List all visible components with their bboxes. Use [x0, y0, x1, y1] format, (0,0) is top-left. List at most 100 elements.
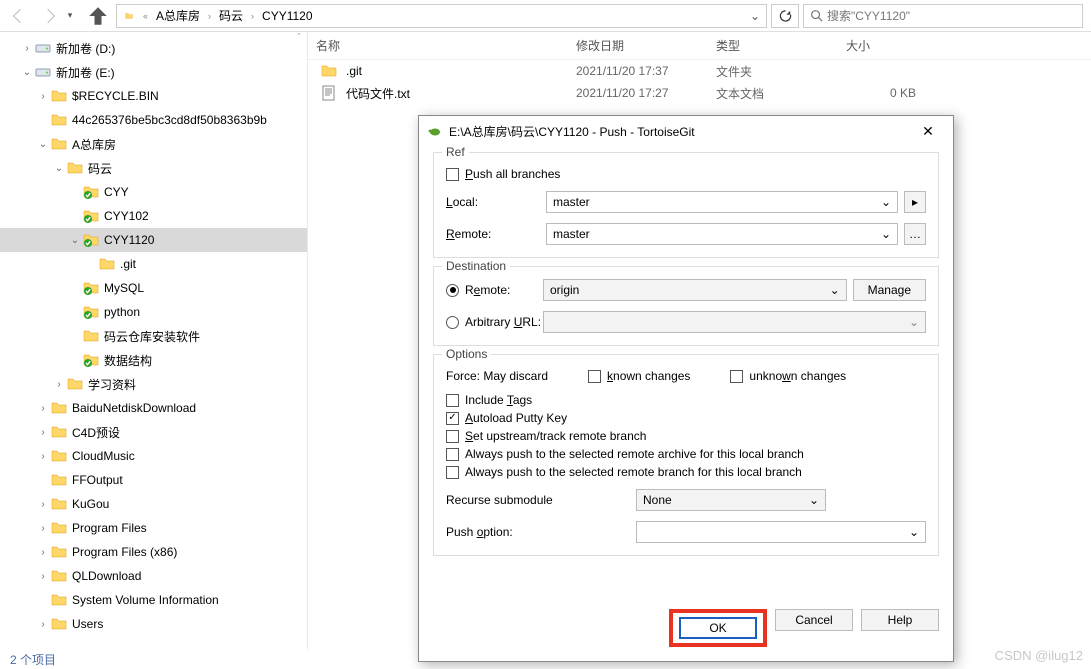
tree-item[interactable]: ›Program Files (x86) [0, 540, 307, 564]
twisty-icon[interactable]: › [36, 523, 50, 534]
tree-item[interactable]: MySQL [0, 276, 307, 300]
autoload-putty-checkbox[interactable]: ✓Autoload Putty Key [446, 411, 926, 425]
tree-item[interactable]: ›CloudMusic [0, 444, 307, 468]
twisty-icon[interactable]: › [36, 619, 50, 630]
breadcrumb-dropdown[interactable]: ⌄ [746, 9, 764, 23]
file-size: 0 KB [846, 86, 916, 100]
folder-tree[interactable]: ˆ ›新加卷 (D:)⌄新加卷 (E:)›$RECYCLE.BIN44c2653… [0, 32, 308, 649]
ok-button[interactable]: OK [679, 617, 757, 639]
tree-item[interactable]: CYY102 [0, 204, 307, 228]
twisty-icon[interactable]: › [36, 427, 50, 438]
tree-item[interactable]: ›C4D预设 [0, 420, 307, 444]
help-button[interactable]: Help [861, 609, 939, 631]
history-dropdown[interactable]: ▾ [56, 3, 84, 29]
twisty-icon[interactable]: ⌄ [52, 163, 66, 174]
tree-item[interactable]: 44c265376be5bc3cd8df50b8363b9b [0, 108, 307, 132]
twisty-icon[interactable]: › [36, 499, 50, 510]
push-all-checkbox[interactable]: Push all branches [446, 167, 926, 181]
tree-item[interactable]: ⌄新加卷 (E:) [0, 60, 307, 84]
folder-icon [50, 591, 68, 609]
twisty-icon[interactable]: › [36, 571, 50, 582]
ok-highlight: OK [669, 609, 767, 647]
remote-radio[interactable] [446, 284, 459, 297]
recurse-select[interactable]: None⌄ [636, 489, 826, 511]
known-changes-checkbox[interactable]: known changes [588, 369, 690, 383]
breadcrumb-item[interactable]: A总库房 [152, 7, 204, 24]
tree-label: 码云 [88, 160, 112, 177]
always-archive-checkbox[interactable]: Always push to the selected remote archi… [446, 447, 926, 461]
arb-url-label: Arbitrary URL: [465, 315, 543, 329]
file-date: 2021/11/20 17:37 [576, 64, 716, 78]
breadcrumb-item[interactable]: 码云 [215, 7, 247, 24]
refresh-button[interactable] [771, 4, 799, 28]
back-button[interactable] [6, 3, 34, 29]
set-upstream-checkbox[interactable]: Set upstream/track remote branch [446, 429, 926, 443]
local-browse-button[interactable]: ▸ [904, 191, 926, 213]
twisty-icon[interactable]: › [36, 91, 50, 102]
col-name[interactable]: 名称 [316, 37, 576, 54]
twisty-icon[interactable]: › [36, 451, 50, 462]
tree-item[interactable]: › Users [0, 612, 307, 636]
tree-item[interactable]: ›KuGou [0, 492, 307, 516]
include-tags-checkbox[interactable]: Include Tags [446, 393, 926, 407]
tree-item[interactable]: ›学习资料 [0, 372, 307, 396]
tree-item[interactable]: System Volume Information [0, 588, 307, 612]
remote-browse-button[interactable]: … [904, 223, 926, 245]
push-option-input[interactable]: ⌄ [636, 521, 926, 543]
remote-select[interactable]: origin⌄ [543, 279, 847, 301]
cancel-button[interactable]: Cancel [775, 609, 853, 631]
unknown-changes-checkbox[interactable]: unknown changes [730, 369, 846, 383]
tree-item[interactable]: FFOutput [0, 468, 307, 492]
always-branch-checkbox[interactable]: Always push to the selected remote branc… [446, 465, 926, 479]
col-size[interactable]: 大小 [846, 37, 916, 54]
tree-item[interactable]: 数据结构 [0, 348, 307, 372]
dialog-titlebar[interactable]: E:\A总库房\码云\CYY1120 - Push - TortoiseGit … [419, 116, 953, 146]
force-label: Force: May discard [446, 369, 548, 383]
tree-item[interactable]: ⌄A总库房 [0, 132, 307, 156]
tree-item[interactable]: ⌄CYY1120 [0, 228, 307, 252]
up-button[interactable] [84, 3, 112, 29]
search-input[interactable]: 搜索"CYY1120" [803, 4, 1083, 28]
twisty-icon[interactable]: › [36, 547, 50, 558]
local-branch-select[interactable]: master⌄ [546, 191, 898, 213]
folder-git-icon [82, 351, 100, 369]
col-type[interactable]: 类型 [716, 37, 846, 54]
tree-item[interactable]: ›BaiduNetdiskDownload [0, 396, 307, 420]
tortoise-icon [427, 123, 443, 139]
twisty-icon[interactable]: › [52, 379, 66, 390]
ref-legend: Ref [442, 145, 469, 159]
dialog-title: E:\A总库房\码云\CYY1120 - Push - TortoiseGit [449, 123, 911, 140]
breadcrumb[interactable]: « A总库房 › 码云 › CYY1120 ⌄ [116, 4, 767, 28]
twisty-icon[interactable]: ⌄ [36, 139, 50, 150]
tree-item[interactable]: › QLDownload [0, 564, 307, 588]
dialog-buttons: OK Cancel Help [419, 601, 953, 661]
col-date[interactable]: 修改日期 [576, 37, 716, 54]
push-dialog: E:\A总库房\码云\CYY1120 - Push - TortoiseGit … [418, 115, 954, 662]
twisty-icon[interactable]: ⌄ [20, 67, 34, 78]
tree-item[interactable]: ⌄ 码云 [0, 156, 307, 180]
twisty-icon[interactable]: › [36, 403, 50, 414]
twisty-icon[interactable]: › [20, 43, 34, 54]
close-icon[interactable]: ✕ [911, 123, 945, 140]
twisty-icon[interactable]: ⌄ [68, 235, 82, 246]
tree-item[interactable]: ›新加卷 (D:) [0, 36, 307, 60]
tree-label: 数据结构 [104, 352, 152, 369]
column-headers[interactable]: 名称 修改日期 类型 大小 [308, 32, 1091, 60]
remote-branch-select[interactable]: master⌄ [546, 223, 898, 245]
tree-label: QLDownload [72, 569, 141, 583]
tree-item[interactable]: 码云仓库安装软件 [0, 324, 307, 348]
arbitrary-url-radio[interactable] [446, 316, 459, 329]
file-row[interactable]: 代码文件.txt2021/11/20 17:27文本文档0 KB [308, 82, 1091, 104]
scroll-up-icon[interactable]: ˆ [291, 32, 307, 42]
tree-item[interactable]: ›Program Files [0, 516, 307, 540]
tree-item[interactable]: .git [0, 252, 307, 276]
file-row[interactable]: .git2021/11/20 17:37文件夹 [308, 60, 1091, 82]
tree-label: Users [72, 617, 103, 631]
tree-item[interactable]: CYY [0, 180, 307, 204]
breadcrumb-item[interactable]: CYY1120 [258, 9, 316, 23]
folder-icon [50, 87, 68, 105]
tree-item[interactable]: python [0, 300, 307, 324]
tree-item[interactable]: ›$RECYCLE.BIN [0, 84, 307, 108]
manage-button[interactable]: Manage [853, 279, 926, 301]
folder-icon [50, 495, 68, 513]
